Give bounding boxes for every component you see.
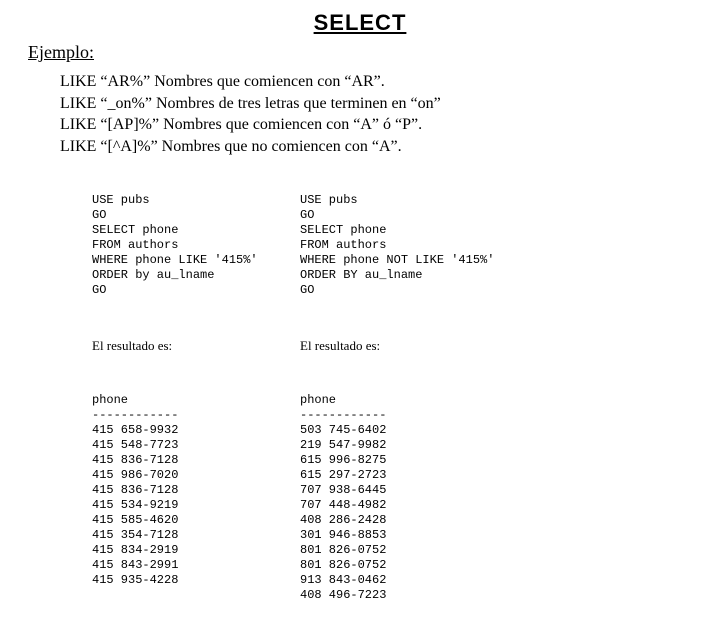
- result-label-left: El resultado es:: [92, 338, 292, 354]
- example-heading: Ejemplo:: [28, 42, 692, 63]
- pattern-line: LIKE “[AP]%” Nombres que comiencen con “…: [60, 114, 692, 136]
- pattern-line: LIKE “AR%” Nombres que comiencen con “AR…: [60, 71, 692, 93]
- pattern-line: LIKE “[^A]%” Nombres que no comiencen co…: [60, 136, 692, 158]
- result-data-right: phone ------------ 503 745-6402 219 547-…: [300, 393, 500, 603]
- pattern-line: LIKE “_on%” Nombres de tres letras que t…: [60, 93, 692, 115]
- page-title: SELECT: [28, 10, 692, 36]
- result-label-right: El resultado es:: [300, 338, 500, 354]
- sql-code-left: USE pubs GO SELECT phone FROM authors WH…: [92, 193, 292, 298]
- example-right: USE pubs GO SELECT phone FROM authors WH…: [300, 163, 500, 632]
- examples-container: USE pubs GO SELECT phone FROM authors WH…: [92, 163, 692, 632]
- result-data-left: phone ------------ 415 658-9932 415 548-…: [92, 393, 292, 588]
- example-left: USE pubs GO SELECT phone FROM authors WH…: [92, 163, 292, 632]
- pattern-list: LIKE “AR%” Nombres que comiencen con “AR…: [60, 71, 692, 157]
- sql-code-right: USE pubs GO SELECT phone FROM authors WH…: [300, 193, 500, 298]
